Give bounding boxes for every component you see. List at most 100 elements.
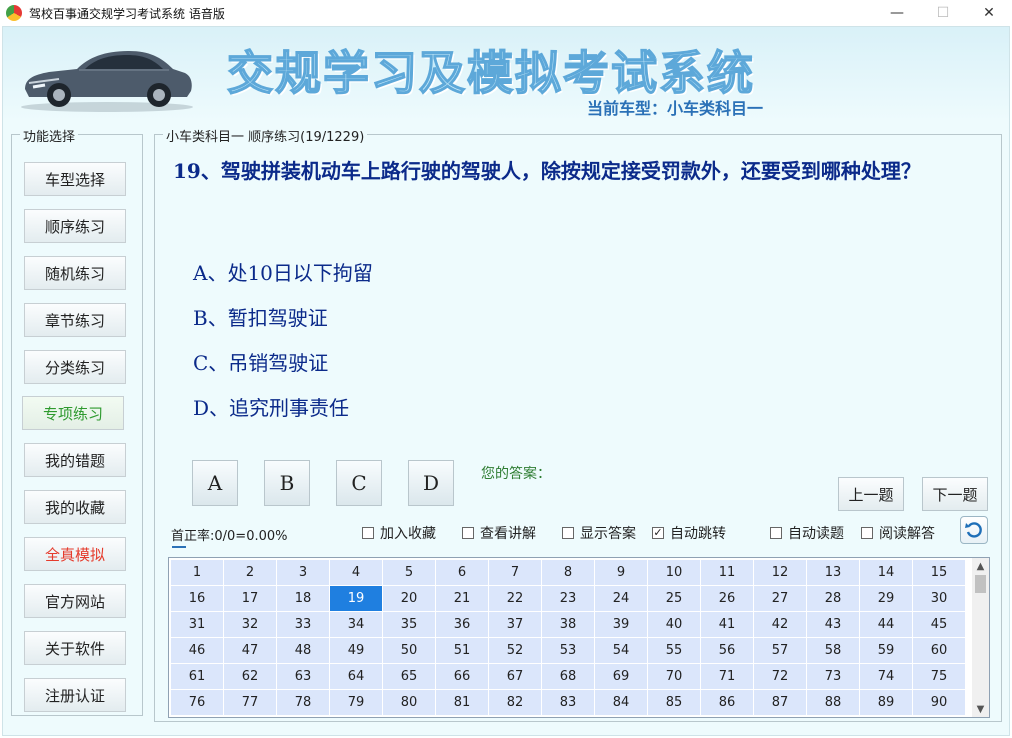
maximize-button[interactable]: ☐ xyxy=(920,0,966,26)
question-number-cell[interactable]: 51 xyxy=(436,638,489,664)
question-number-cell[interactable]: 30 xyxy=(913,586,966,612)
question-number-cell[interactable]: 42 xyxy=(754,612,807,638)
question-number-cell[interactable]: 84 xyxy=(595,690,648,716)
question-number-cell[interactable]: 48 xyxy=(277,638,330,664)
question-number-cell[interactable]: 50 xyxy=(383,638,436,664)
my-favorites-button[interactable]: 我的收藏 xyxy=(24,490,126,524)
checkbox-box[interactable] xyxy=(861,527,873,539)
question-number-cell[interactable]: 69 xyxy=(595,664,648,690)
scroll-up-icon[interactable]: ▲ xyxy=(972,558,989,574)
mock-exam-button[interactable]: 全真模拟 xyxy=(24,537,126,571)
question-number-cell[interactable]: 47 xyxy=(224,638,277,664)
question-number-cell[interactable]: 89 xyxy=(860,690,913,716)
question-number-cell[interactable]: 55 xyxy=(648,638,701,664)
question-number-cell[interactable]: 90 xyxy=(913,690,966,716)
auto-read-checkbox[interactable]: 自动读题 xyxy=(770,523,844,543)
random-practice-button[interactable]: 随机练习 xyxy=(24,256,126,290)
about-button[interactable]: 关于软件 xyxy=(24,631,126,665)
question-number-cell[interactable]: 14 xyxy=(860,560,913,586)
question-number-cell[interactable]: 54 xyxy=(595,638,648,664)
question-number-cell[interactable]: 59 xyxy=(860,638,913,664)
answer-c-button[interactable]: C xyxy=(336,460,382,506)
option-d[interactable]: D、追究刑事责任 xyxy=(193,392,349,421)
checkbox-box[interactable] xyxy=(770,527,782,539)
question-number-cell[interactable]: 11 xyxy=(701,560,754,586)
my-mistakes-button[interactable]: 我的错题 xyxy=(24,443,126,477)
question-number-cell[interactable]: 71 xyxy=(701,664,754,690)
view-explanation-checkbox[interactable]: 查看讲解 xyxy=(462,523,536,543)
question-number-cell[interactable]: 86 xyxy=(701,690,754,716)
answer-d-button[interactable]: D xyxy=(408,460,454,506)
question-number-cell[interactable]: 53 xyxy=(542,638,595,664)
question-number-cell[interactable]: 25 xyxy=(648,586,701,612)
answer-a-button[interactable]: A xyxy=(192,460,238,506)
answer-b-button[interactable]: B xyxy=(264,460,310,506)
grid-scrollbar[interactable]: ▲ ▼ xyxy=(972,558,989,717)
question-number-cell[interactable]: 88 xyxy=(807,690,860,716)
prev-question-button[interactable]: 上一题 xyxy=(838,477,904,511)
question-number-cell[interactable]: 5 xyxy=(383,560,436,586)
question-number-cell[interactable]: 82 xyxy=(489,690,542,716)
register-button[interactable]: 注册认证 xyxy=(24,678,126,712)
next-question-button[interactable]: 下一题 xyxy=(922,477,988,511)
scroll-down-icon[interactable]: ▼ xyxy=(972,701,989,717)
question-number-cell[interactable]: 52 xyxy=(489,638,542,664)
question-number-cell[interactable]: 77 xyxy=(224,690,277,716)
question-number-cell[interactable]: 43 xyxy=(807,612,860,638)
scroll-thumb[interactable] xyxy=(975,575,986,593)
question-number-cell[interactable]: 3 xyxy=(277,560,330,586)
question-number-cell[interactable]: 21 xyxy=(436,586,489,612)
question-number-cell[interactable]: 12 xyxy=(754,560,807,586)
question-number-cell[interactable]: 37 xyxy=(489,612,542,638)
question-number-cell[interactable]: 10 xyxy=(648,560,701,586)
question-number-cell[interactable]: 36 xyxy=(436,612,489,638)
question-number-cell[interactable]: 7 xyxy=(489,560,542,586)
vehicle-select-button[interactable]: 车型选择 xyxy=(24,162,126,196)
question-number-cell[interactable]: 87 xyxy=(754,690,807,716)
checkbox-box[interactable]: ✓ xyxy=(652,527,664,539)
question-number-cell[interactable]: 45 xyxy=(913,612,966,638)
question-number-cell[interactable]: 38 xyxy=(542,612,595,638)
question-number-cell[interactable]: 26 xyxy=(701,586,754,612)
question-number-cell[interactable]: 81 xyxy=(436,690,489,716)
question-number-cell[interactable]: 67 xyxy=(489,664,542,690)
question-number-cell[interactable]: 85 xyxy=(648,690,701,716)
question-number-cell[interactable]: 78 xyxy=(277,690,330,716)
question-number-cell[interactable]: 19 xyxy=(330,586,383,612)
checkbox-box[interactable] xyxy=(362,527,374,539)
question-number-cell[interactable]: 61 xyxy=(171,664,224,690)
question-number-cell[interactable]: 23 xyxy=(542,586,595,612)
question-number-cell[interactable]: 18 xyxy=(277,586,330,612)
question-number-cell[interactable]: 83 xyxy=(542,690,595,716)
question-number-cell[interactable]: 66 xyxy=(436,664,489,690)
question-number-cell[interactable]: 9 xyxy=(595,560,648,586)
checkbox-box[interactable] xyxy=(462,527,474,539)
question-number-cell[interactable]: 16 xyxy=(171,586,224,612)
question-number-cell[interactable]: 22 xyxy=(489,586,542,612)
question-number-cell[interactable]: 27 xyxy=(754,586,807,612)
question-number-cell[interactable]: 39 xyxy=(595,612,648,638)
question-number-cell[interactable]: 56 xyxy=(701,638,754,664)
auto-jump-checkbox[interactable]: ✓ 自动跳转 xyxy=(652,523,726,543)
question-number-cell[interactable]: 20 xyxy=(383,586,436,612)
question-number-cell[interactable]: 60 xyxy=(913,638,966,664)
question-number-cell[interactable]: 34 xyxy=(330,612,383,638)
question-number-cell[interactable]: 44 xyxy=(860,612,913,638)
question-number-cell[interactable]: 32 xyxy=(224,612,277,638)
question-number-cell[interactable]: 8 xyxy=(542,560,595,586)
option-b[interactable]: B、暂扣驾驶证 xyxy=(193,302,328,331)
question-number-cell[interactable]: 49 xyxy=(330,638,383,664)
add-favorite-checkbox[interactable]: 加入收藏 xyxy=(362,523,436,543)
show-answer-checkbox[interactable]: 显示答案 xyxy=(562,523,636,543)
question-number-cell[interactable]: 15 xyxy=(913,560,966,586)
question-number-cell[interactable]: 2 xyxy=(224,560,277,586)
question-number-cell[interactable]: 75 xyxy=(913,664,966,690)
question-number-cell[interactable]: 79 xyxy=(330,690,383,716)
close-button[interactable]: ✕ xyxy=(966,0,1012,26)
question-number-cell[interactable]: 31 xyxy=(171,612,224,638)
option-a[interactable]: A、处10日以下拘留 xyxy=(193,257,373,286)
special-practice-button[interactable]: 专项练习 xyxy=(22,396,124,430)
question-number-cell[interactable]: 46 xyxy=(171,638,224,664)
question-number-cell[interactable]: 4 xyxy=(330,560,383,586)
question-number-cell[interactable]: 24 xyxy=(595,586,648,612)
